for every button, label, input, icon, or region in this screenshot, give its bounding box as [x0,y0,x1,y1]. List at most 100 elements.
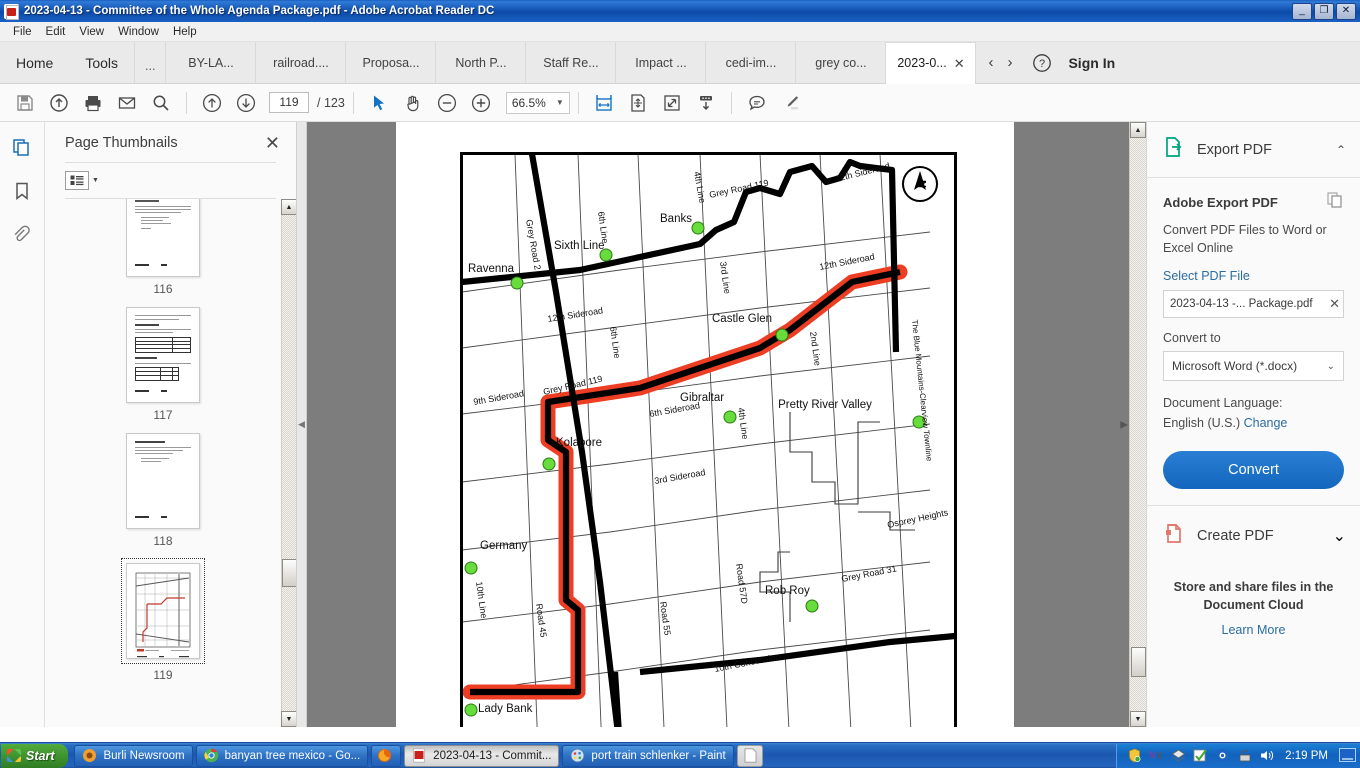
create-pdf-section[interactable]: Create PDF ⌄ [1147,505,1360,565]
page-down-icon[interactable] [229,88,263,118]
save-icon[interactable] [8,88,42,118]
thumbnail-page-119[interactable] [126,563,200,659]
compass-rose: N [902,166,938,202]
checkmark-icon[interactable] [1193,748,1208,763]
security-icon[interactable] [1215,748,1230,763]
scroll-down-button[interactable]: ▼ [281,711,296,727]
print-icon[interactable] [76,88,110,118]
onenote-clip-icon[interactable]: N [1149,748,1164,763]
sign-in-button[interactable]: Sign In [1060,42,1131,83]
panel-collapse-handle[interactable]: ◀ [297,122,307,727]
email-icon[interactable] [110,88,144,118]
tab-document-5[interactable]: Impact ... [616,42,707,83]
volume-icon[interactable] [1259,748,1274,763]
comment-icon[interactable] [740,88,774,118]
tab-home[interactable]: Home [0,42,69,83]
cursor-icon[interactable] [362,88,396,118]
thumbnail-page-118[interactable] [126,433,200,529]
upload-cloud-icon[interactable] [42,88,76,118]
thumbnails-scrollbar[interactable]: ▲ ▼ [281,199,296,727]
list-item[interactable]: 117 [45,307,281,422]
close-icon[interactable]: ✕ [954,57,965,70]
promo-learn-more-link[interactable]: Learn More [1163,623,1344,637]
zoom-level-select[interactable]: 66.5% ▼ [505,91,570,114]
document-scrollbar[interactable]: ▲ ▼ [1129,122,1146,727]
clear-file-icon[interactable]: ✕ [1329,296,1340,312]
tab-overflow[interactable]: ... [135,42,167,83]
hand-icon[interactable] [396,88,430,118]
convert-to-select[interactable]: Microsoft Word (*.docx) ⌄ [1163,351,1344,382]
chevron-right-icon[interactable]: › [1007,54,1012,71]
search-icon[interactable] [144,88,178,118]
thumbnails-list[interactable]: 116 117 118 119 [45,199,281,727]
taskbar-item-chrome[interactable]: banyan tree mexico - Go... [195,744,369,767]
thumbnail-page-116[interactable] [126,199,200,277]
bookmark-icon[interactable] [11,180,33,207]
fit-width-icon[interactable] [587,88,621,118]
tab-document-2[interactable]: Proposa... [346,42,437,83]
menu-help[interactable]: Help [166,24,204,40]
tab-document-active[interactable]: 2023-0... ✕ [886,42,977,84]
close-icon[interactable]: ✕ [265,134,280,152]
scrollbar-thumb[interactable] [281,559,296,587]
close-button[interactable]: ✕ [1336,2,1356,20]
taskbar-clock[interactable]: 2:19 PM [1285,750,1328,762]
menu-file[interactable]: File [6,24,39,40]
tab-document-4[interactable]: Staff Re... [526,42,617,83]
convert-button[interactable]: Convert [1163,451,1344,489]
list-item[interactable]: 116 [45,199,281,296]
scrollbar-thumb[interactable] [1130,647,1146,677]
shield-icon[interactable] [1127,748,1142,763]
menu-view[interactable]: View [72,24,111,40]
chevron-up-icon[interactable]: ⌃ [1336,143,1346,157]
scroll-down-button[interactable]: ▼ [1130,711,1146,727]
scroll-up-button[interactable]: ▲ [1130,122,1146,138]
place-label-kolapore: Kolapore [556,437,602,449]
page-number-input[interactable]: 119 [269,92,309,113]
change-language-link[interactable]: Change [1244,416,1288,430]
tab-document-3[interactable]: North P... [436,42,527,83]
pdf-page: N Ravenna Sixth Line Banks Castle Glen G… [396,122,1014,727]
selected-file-field[interactable]: 2023-04-13 -... Package.pdf ✕ [1163,290,1344,319]
page-up-icon[interactable] [195,88,229,118]
zoom-out-icon[interactable] [430,88,464,118]
start-button[interactable]: Start [1,743,69,768]
scroll-down-icon[interactable] [689,88,723,118]
highlighter-icon[interactable] [774,88,808,118]
taskbar-item-firefox[interactable] [371,744,402,767]
tab-document-6[interactable]: cedi-im... [706,42,797,83]
list-item[interactable]: 118 [45,433,281,548]
list-item[interactable]: 119 [45,558,281,682]
chevron-down-icon[interactable]: ▼ [92,177,99,184]
menu-window[interactable]: Window [111,24,166,40]
scroll-up-button[interactable]: ▲ [281,199,296,215]
chevron-left-icon[interactable]: ‹ [988,54,993,71]
taskbar-item-paint[interactable]: port train schlenker - Paint [562,744,734,767]
list-view-icon[interactable] [65,171,89,190]
layers-icon[interactable] [1171,748,1186,763]
network-icon[interactable] [1237,748,1252,763]
help-icon[interactable]: ? [1024,42,1060,83]
fit-page-icon[interactable] [621,88,655,118]
document-view[interactable]: ◀ N Ravenna Sixth Line Banks Castle Glen… [297,122,1146,727]
thumbnail-page-117[interactable] [126,307,200,403]
minimize-button[interactable]: _ [1292,2,1312,20]
taskbar-item-burli[interactable]: Burli Newsroom [74,744,193,767]
tab-tools[interactable]: Tools [69,42,136,83]
taskbar-item-acrobat[interactable]: 2023-04-13 - Commit... [404,744,560,767]
page-thumbnails-icon[interactable] [11,136,33,163]
select-pdf-file-link[interactable]: Select PDF File [1163,269,1344,283]
attachment-icon[interactable] [11,224,33,251]
fullscreen-icon[interactable] [655,88,689,118]
restore-button[interactable]: ❐ [1314,2,1334,20]
menu-edit[interactable]: Edit [39,24,73,40]
tab-document-7[interactable]: grey co... [796,42,887,83]
show-desktop-icon[interactable] [1339,748,1356,763]
tab-document-1[interactable]: railroad.... [256,42,347,83]
panel-expand-handle[interactable]: ▶ [1120,419,1128,430]
export-pdf-header[interactable]: Export PDF ⌃ [1147,122,1360,178]
zoom-in-icon[interactable] [464,88,498,118]
taskbar-item-document[interactable] [736,744,763,767]
chevron-down-icon[interactable]: ⌄ [1333,526,1346,546]
tab-document-0[interactable]: BY-LA... [166,42,257,83]
